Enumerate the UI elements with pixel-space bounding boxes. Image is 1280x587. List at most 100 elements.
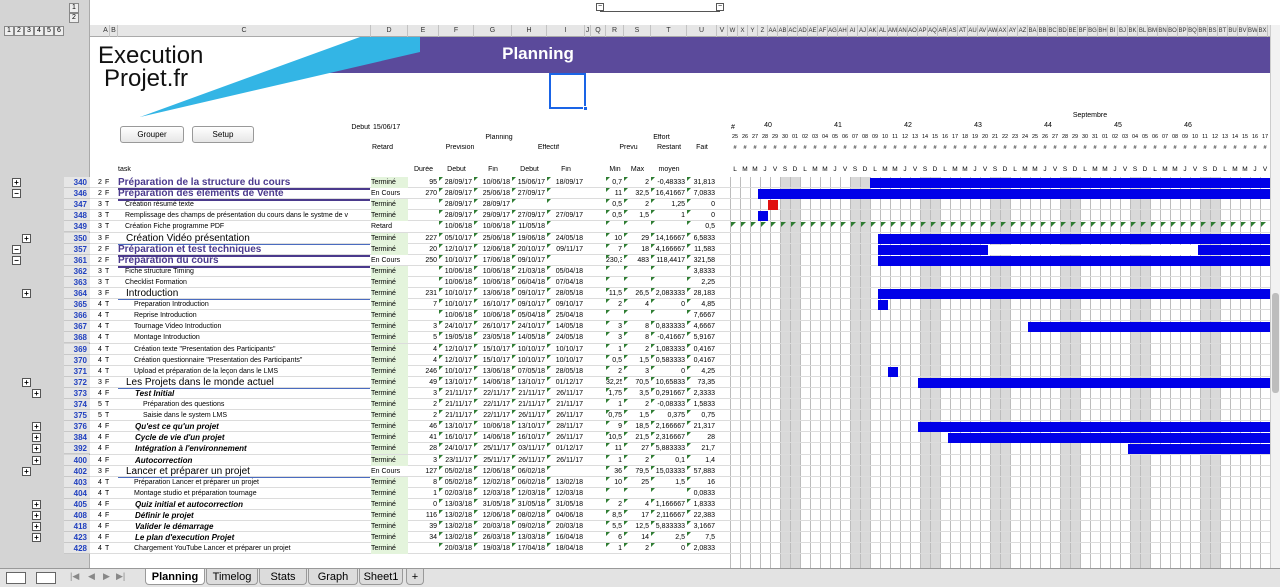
- pd-cell[interactable]: 21/11/17: [439, 410, 472, 421]
- fait-cell[interactable]: 11,583: [687, 244, 715, 255]
- pf-cell[interactable]: 22/11/17: [474, 399, 510, 410]
- column-header-gantt[interactable]: BM: [1148, 25, 1158, 37]
- fait-cell[interactable]: 0,5: [687, 221, 715, 232]
- table-row[interactable]: 3 T Création Fiche programme PDF Retard 10/0…: [0, 221, 1270, 232]
- ed-cell[interactable]: 07/05/18: [512, 366, 545, 377]
- column-header-gantt[interactable]: BW: [1248, 25, 1258, 37]
- fait-cell[interactable]: 2,25: [687, 277, 715, 288]
- ef-cell[interactable]: 28/11/17: [547, 421, 583, 432]
- table-row[interactable]: 4 F Intégration à l'environnement Terminé 28…: [0, 443, 1270, 455]
- dur-cell[interactable]: 250: [408, 255, 437, 266]
- outline-level-1-button[interactable]: 1: [4, 26, 14, 36]
- column-header-gantt[interactable]: BO: [1168, 25, 1178, 37]
- column-header-gantt[interactable]: AH: [838, 25, 848, 37]
- row-header[interactable]: 340: [64, 177, 90, 189]
- row-header[interactable]: 376: [64, 421, 90, 433]
- dur-cell[interactable]: 3: [408, 388, 437, 399]
- ed-cell[interactable]: 27/09/17: [512, 210, 545, 221]
- status-cell[interactable]: Terminé: [371, 476, 408, 488]
- status-cell[interactable]: Terminé: [371, 199, 408, 211]
- column-header-gantt[interactable]: AE: [808, 25, 818, 37]
- table-row[interactable]: 4 T Chargement YouTube Lancer et préparer …: [0, 543, 1270, 555]
- ef-cell[interactable]: 28/05/18: [547, 366, 583, 377]
- ed-cell[interactable]: 21/11/17: [512, 388, 545, 399]
- column-group-bar[interactable]: − −: [596, 3, 724, 12]
- dur-cell[interactable]: 2: [408, 410, 437, 421]
- status-cell[interactable]: En Cours: [371, 466, 408, 477]
- row-header[interactable]: 374: [64, 399, 90, 411]
- status-cell[interactable]: Terminé: [371, 487, 408, 499]
- ef-cell[interactable]: 27/09/17: [547, 210, 583, 221]
- ef-cell[interactable]: 20/03/18: [547, 521, 583, 532]
- outline-level-3-button[interactable]: 3: [24, 26, 34, 36]
- pf-cell[interactable]: 10/06/18: [474, 421, 510, 432]
- dur-cell[interactable]: 28: [408, 443, 437, 454]
- task-name-cell[interactable]: Définir le projet: [118, 510, 370, 521]
- row-header[interactable]: 371: [64, 365, 90, 377]
- first-sheet-icon[interactable]: |◀: [70, 571, 79, 582]
- ef-cell[interactable]: 26/11/17: [547, 388, 583, 399]
- ed-cell[interactable]: 05/04/18: [512, 310, 545, 321]
- ed-cell[interactable]: 11/05/18: [512, 221, 545, 232]
- pf-cell[interactable]: 28/09/17: [474, 199, 510, 210]
- column-header-gantt[interactable]: AY: [1008, 25, 1018, 37]
- table-row[interactable]: 5 T Préparation des questions Terminé 2 21/11…: [0, 399, 1270, 411]
- ed-cell[interactable]: 16/10/17: [512, 432, 545, 443]
- dur-cell[interactable]: 34: [408, 532, 437, 543]
- pd-cell[interactable]: 28/09/17: [439, 177, 472, 188]
- column-header-gantt[interactable]: AQ: [928, 25, 938, 37]
- row-header[interactable]: 428: [64, 543, 90, 555]
- column-header-I[interactable]: I: [547, 25, 585, 37]
- column-header-gantt[interactable]: BG: [1088, 25, 1098, 37]
- table-row[interactable]: 3 T Checklist Formation Terminé 10/06/18 10/0…: [0, 276, 1270, 288]
- column-header-gantt[interactable]: AI: [848, 25, 858, 37]
- ed-cell[interactable]: 27/09/17: [512, 188, 545, 199]
- dur-cell[interactable]: 270: [408, 188, 437, 199]
- moy-cell[interactable]: 0,291667: [651, 388, 685, 399]
- column-header-gantt[interactable]: AS: [948, 25, 958, 37]
- task-name-cell[interactable]: Test Initial: [118, 388, 370, 399]
- fait-cell[interactable]: 6,5833: [687, 233, 715, 244]
- column-header-gantt[interactable]: BX: [1258, 25, 1268, 37]
- pf-cell[interactable]: 25/06/18: [474, 188, 510, 199]
- selected-cell[interactable]: [549, 73, 588, 111]
- task-name-cell[interactable]: Chargement YouTube Lancer et préparer un…: [118, 543, 370, 554]
- ed-cell[interactable]: 09/02/18: [512, 521, 545, 532]
- table-row[interactable]: 4 F Autocorrection Terminé 3 23/11/17 25/11/17…: [0, 454, 1270, 466]
- dur-cell[interactable]: 4: [408, 355, 437, 366]
- status-cell[interactable]: Terminé: [371, 532, 408, 544]
- status-cell[interactable]: Terminé: [371, 376, 408, 388]
- next-sheet-icon[interactable]: ▶: [103, 571, 110, 582]
- fait-cell[interactable]: 0,4167: [687, 344, 715, 355]
- ef-cell[interactable]: 16/04/18: [547, 532, 583, 543]
- pf-cell[interactable]: 19/03/18: [474, 543, 510, 554]
- fait-cell[interactable]: 7,0833: [687, 188, 715, 199]
- tab-sheet1[interactable]: Sheet1: [359, 569, 403, 585]
- pd-cell[interactable]: 23/11/17: [439, 455, 472, 466]
- status-cell[interactable]: Terminé: [371, 543, 408, 555]
- row-header[interactable]: 403: [64, 476, 90, 488]
- status-cell[interactable]: Terminé: [371, 232, 408, 244]
- task-name-cell[interactable]: Création texte "Presentation des Partici…: [118, 344, 370, 355]
- column-header-gantt[interactable]: BU: [1228, 25, 1238, 37]
- table-row[interactable]: 4 F Définir le projet Terminé 116 13/02/18 12/…: [0, 510, 1270, 522]
- moy-cell[interactable]: 2,316667: [651, 432, 685, 443]
- row-header[interactable]: 363: [64, 276, 90, 288]
- status-cell[interactable]: Terminé: [371, 354, 408, 366]
- moy-cell[interactable]: 2,166667: [651, 421, 685, 432]
- task-name-cell[interactable]: Autocorrection: [118, 455, 370, 466]
- row-header[interactable]: 373: [64, 387, 90, 399]
- status-cell[interactable]: Terminé: [371, 510, 408, 522]
- tab-planning[interactable]: Planning: [145, 569, 205, 585]
- ef-cell[interactable]: 01/12/17: [547, 377, 583, 388]
- column-header-gantt[interactable]: AD: [798, 25, 808, 37]
- page-layout-view-icon[interactable]: [36, 572, 56, 584]
- ed-cell[interactable]: 20/10/17: [512, 244, 545, 255]
- ef-cell[interactable]: 05/04/18: [547, 266, 583, 277]
- fait-cell[interactable]: 1,4: [687, 455, 715, 466]
- task-name-cell[interactable]: Création Fiche programme PDF: [118, 221, 370, 232]
- dur-cell[interactable]: 41: [408, 432, 437, 443]
- pf-cell[interactable]: 26/03/18: [474, 532, 510, 543]
- pd-cell[interactable]: 05/02/18: [439, 466, 472, 477]
- moy-cell[interactable]: 2,116667: [651, 510, 685, 521]
